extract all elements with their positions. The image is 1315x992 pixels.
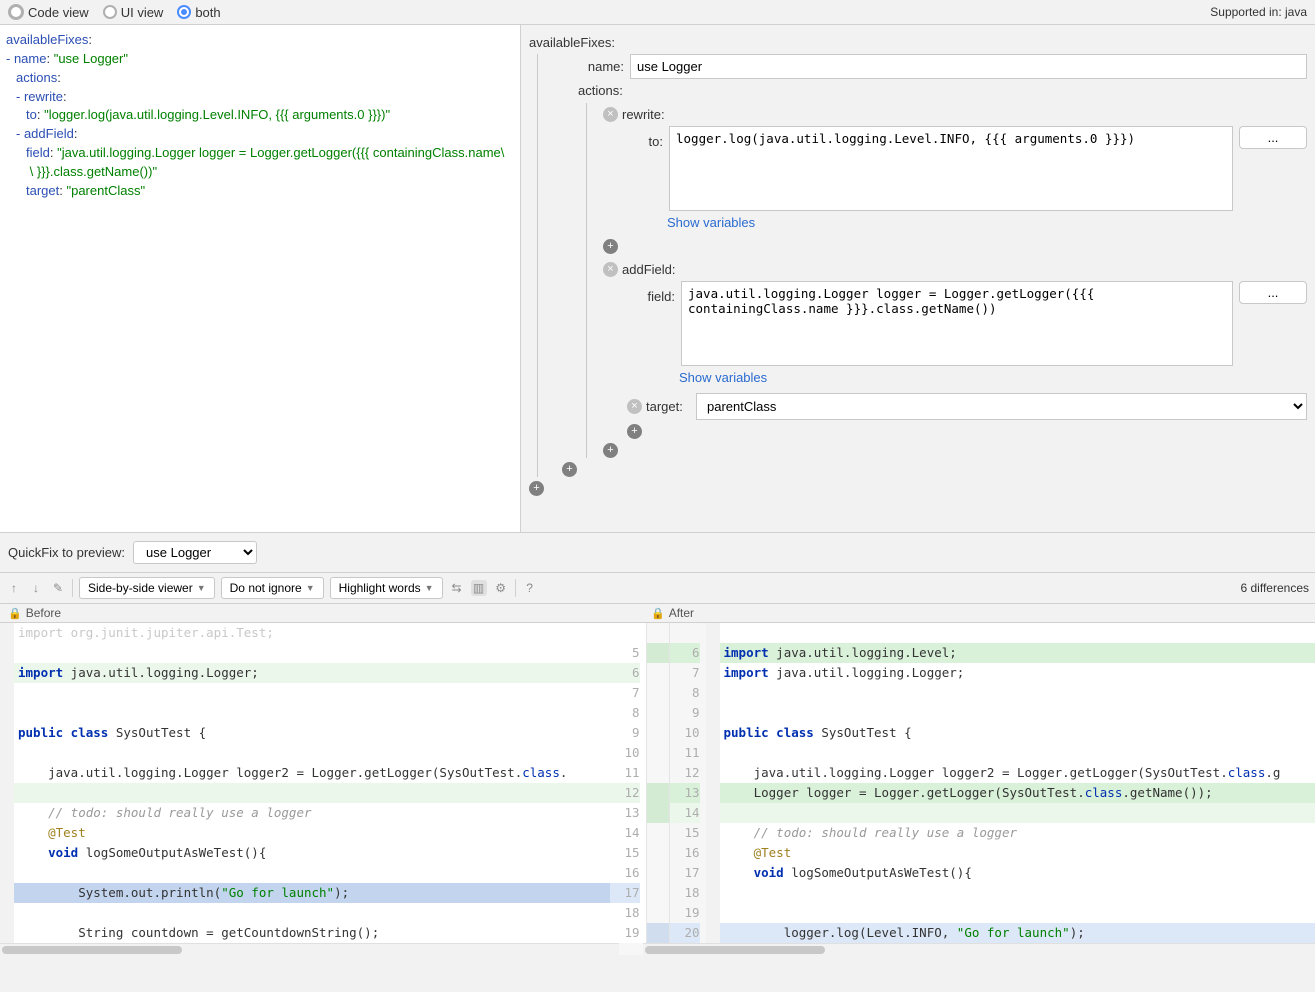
field-ellipsis-button[interactable]: ... (1239, 281, 1307, 304)
ui-tree-pane: availableFixes: name: actions: × rewrite:… (521, 25, 1315, 532)
field-label: field: (627, 281, 675, 308)
rewrite-label: rewrite: (622, 103, 665, 126)
yaml-value: "logger.log(java.util.logging.Level.INFO… (44, 107, 390, 122)
yaml-key: field (26, 145, 50, 160)
radio-label: both (195, 5, 220, 20)
radio-code-view[interactable]: Code view (8, 4, 89, 20)
next-diff-icon[interactable]: ↓ (28, 580, 44, 596)
yaml-key: - addField (16, 126, 74, 141)
after-gutter: 67891011121314151617181920 (670, 623, 706, 943)
add-icon[interactable]: + (562, 462, 577, 477)
code-view-pane: availableFixes: - name: "use Logger" act… (0, 25, 521, 532)
name-input[interactable] (630, 54, 1307, 79)
remove-icon[interactable]: × (627, 399, 642, 414)
highlight-select[interactable]: Highlight words ▼ (330, 577, 443, 599)
diff-header: 🔒 Before 🔒 After (0, 604, 1315, 623)
remove-icon[interactable]: × (603, 107, 618, 122)
diff-center-strip (646, 623, 670, 943)
yaml-value: "parentClass" (66, 183, 145, 198)
addfield-label: addField: (622, 258, 675, 281)
sync-scroll-icon[interactable]: ▥ (471, 580, 487, 596)
preview-row: QuickFix to preview: use Logger (0, 533, 1315, 572)
preview-label: QuickFix to preview: (8, 545, 125, 560)
yaml-key: actions (16, 70, 57, 85)
before-margin (0, 623, 14, 943)
lock-icon: 🔒 (8, 607, 22, 620)
add-icon[interactable]: + (603, 443, 618, 458)
viewer-mode-select[interactable]: Side-by-side viewer ▼ (79, 577, 215, 599)
before-code[interactable]: import org.junit.jupiter.api.Test; impor… (14, 623, 610, 943)
before-gutter: 5678910111213141516171819 (610, 623, 646, 943)
view-mode-group: Code view UI view both (8, 4, 231, 20)
yaml-key: - rewrite (16, 89, 63, 104)
remove-icon[interactable]: × (603, 262, 618, 277)
ignore-select[interactable]: Do not ignore ▼ (221, 577, 324, 599)
target-label: target: (646, 395, 690, 418)
tree-root-label: availableFixes: (529, 31, 615, 54)
settings-icon[interactable]: ⚙ (493, 580, 509, 596)
help-icon[interactable]: ? (522, 580, 538, 596)
radio-label: Code view (28, 5, 89, 20)
after-margin (706, 623, 720, 943)
yaml-key: - name (6, 51, 46, 66)
top-toolbar: Code view UI view both Supported in: jav… (0, 0, 1315, 25)
actions-label: actions: (578, 79, 623, 102)
yaml-value: "java.util.logging.Logger logger = Logge… (57, 145, 504, 160)
name-label: name: (578, 55, 624, 78)
differences-count: 6 differences (1241, 581, 1310, 595)
yaml-key: to (26, 107, 37, 122)
after-label: After (669, 606, 694, 620)
radio-icon (177, 5, 191, 19)
after-scrollbar[interactable] (643, 943, 1315, 955)
diff-body: import org.junit.jupiter.api.Test; impor… (0, 623, 1315, 943)
main-split: availableFixes: - name: "use Logger" act… (0, 25, 1315, 533)
diff-toolbar: ↑ ↓ ✎ Side-by-side viewer ▼ Do not ignor… (0, 572, 1315, 604)
radio-icon (103, 5, 117, 19)
add-icon[interactable]: + (603, 239, 618, 254)
to-textarea[interactable]: logger.log(java.util.logging.Level.INFO,… (669, 126, 1233, 211)
supported-label: Supported in: java (1210, 5, 1307, 19)
prev-diff-icon[interactable]: ↑ (6, 580, 22, 596)
to-label: to: (627, 126, 663, 153)
radio-ui-view[interactable]: UI view (103, 5, 164, 20)
yaml-value: \ }}}.class.getName())" (26, 164, 157, 179)
radio-label: UI view (121, 5, 164, 20)
yaml-key: availableFixes (6, 32, 88, 47)
yaml-value: "use Logger" (54, 51, 128, 66)
collapse-icon[interactable]: ⇆ (449, 580, 465, 596)
add-icon[interactable]: + (529, 481, 544, 496)
before-scrollbar[interactable] (0, 943, 619, 955)
field-textarea[interactable]: java.util.logging.Logger logger = Logger… (681, 281, 1233, 366)
lock-icon: 🔒 (651, 607, 665, 620)
add-icon[interactable]: + (627, 424, 642, 439)
radio-icon (8, 4, 24, 20)
quickfix-preview-select[interactable]: use Logger (133, 541, 257, 564)
edit-icon[interactable]: ✎ (50, 580, 66, 596)
show-variables-link[interactable]: Show variables (679, 370, 767, 385)
target-select[interactable]: parentClass (696, 393, 1307, 420)
show-variables-link[interactable]: Show variables (667, 215, 755, 230)
to-ellipsis-button[interactable]: ... (1239, 126, 1307, 149)
after-code[interactable]: import java.util.logging.Level;import ja… (720, 623, 1315, 943)
before-label: Before (26, 606, 61, 620)
radio-both[interactable]: both (177, 5, 220, 20)
yaml-key: target (26, 183, 59, 198)
